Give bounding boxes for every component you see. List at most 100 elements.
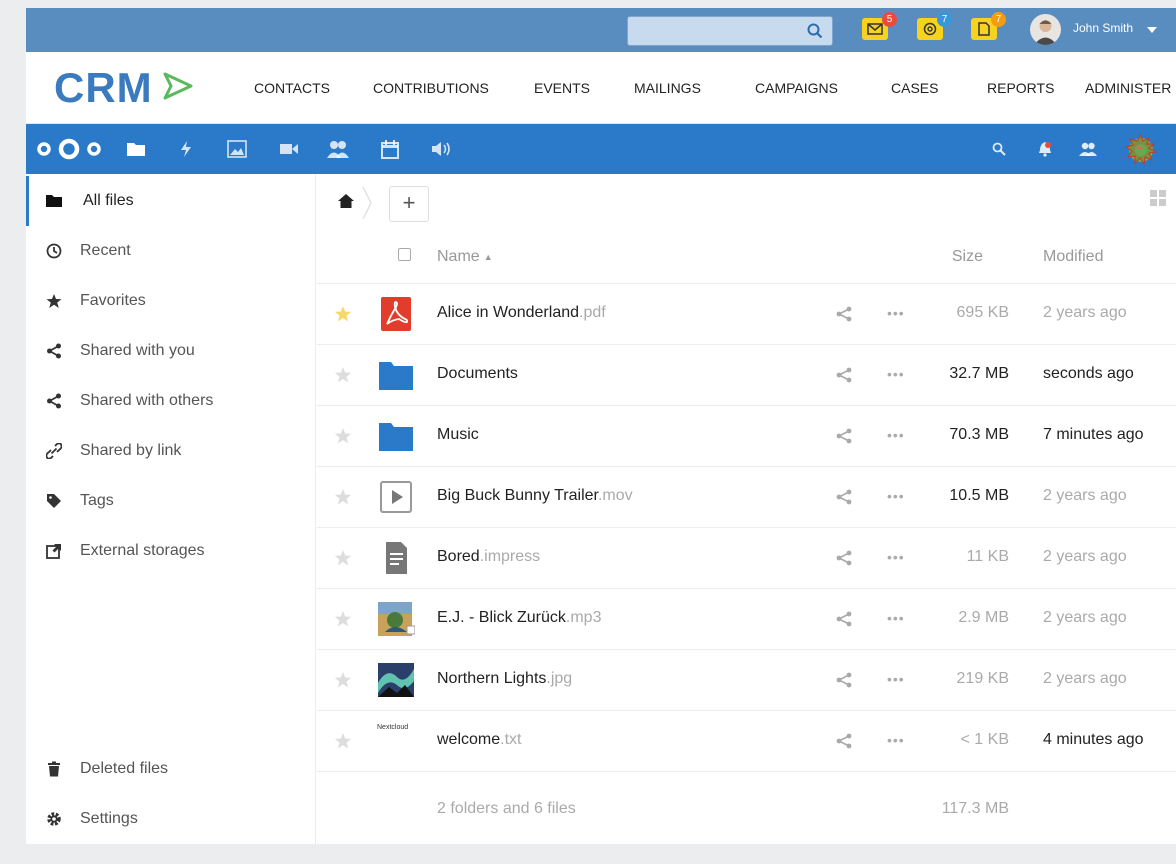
crm-logo-text: CRM: [54, 64, 153, 111]
file-modified: 2 years ago: [1043, 487, 1127, 504]
share-icon[interactable]: [835, 366, 853, 384]
nav-campaigns[interactable]: CAMPAIGNS: [755, 80, 838, 96]
sidebar-item-label: Settings: [80, 810, 138, 827]
more-actions-icon[interactable]: •••: [887, 305, 905, 321]
file-name[interactable]: Documents: [437, 365, 518, 383]
select-all-checkbox[interactable]: [398, 248, 411, 261]
table-row[interactable]: Documents ••• 32.7 MB seconds ago: [317, 345, 1176, 406]
table-row[interactable]: Big Buck Bunny Trailer.mov ••• 10.5 MB 2…: [317, 467, 1176, 528]
share-icon[interactable]: [835, 732, 853, 750]
sidebar-item-external-storages[interactable]: External storages: [26, 526, 316, 576]
sidebar-item-tags[interactable]: Tags: [26, 476, 316, 526]
star-icon[interactable]: [334, 732, 352, 750]
sidebar-item-shared-by-link[interactable]: Shared by link: [26, 426, 316, 476]
nav-contacts[interactable]: CONTACTS: [254, 80, 330, 96]
gallery-app-icon[interactable]: [227, 140, 247, 158]
sidebar-item-settings[interactable]: Settings: [26, 794, 316, 844]
table-row[interactable]: Northern Lights.jpg ••• 219 KB 2 years a…: [317, 650, 1176, 711]
nav-events[interactable]: EVENTS: [534, 80, 590, 96]
video-app-icon[interactable]: [279, 142, 299, 156]
contacts-menu-icon[interactable]: [1079, 141, 1097, 157]
star-icon[interactable]: [334, 549, 352, 567]
file-extension: .txt: [500, 731, 522, 748]
more-actions-icon[interactable]: •••: [887, 488, 905, 504]
sidebar-item-label: Favorites: [80, 292, 146, 309]
search-icon[interactable]: [992, 142, 1006, 156]
column-name[interactable]: Name ▲: [437, 248, 493, 266]
table-row[interactable]: Nextcloud welcome.txt ••• < 1 KB 4 minut…: [317, 711, 1176, 772]
file-name[interactable]: welcome.txt: [437, 731, 521, 749]
file-modified: 2 years ago: [1043, 548, 1127, 565]
audio-app-icon[interactable]: [431, 140, 453, 158]
share-icon[interactable]: [835, 549, 853, 567]
mail-notification[interactable]: 5: [862, 12, 897, 40]
file-name-base: Big Buck Bunny Trailer: [437, 487, 598, 504]
share-icon[interactable]: [835, 488, 853, 506]
favorite-star-icon[interactable]: [334, 305, 352, 323]
sidebar-item-deleted-files[interactable]: Deleted files: [26, 744, 316, 794]
column-size[interactable]: Size: [952, 248, 983, 266]
sidebar-item-shared-with-you[interactable]: Shared with you: [26, 326, 316, 376]
document-notification[interactable]: 7: [971, 12, 1006, 40]
more-actions-icon[interactable]: •••: [887, 732, 905, 748]
column-modified[interactable]: Modified: [1043, 248, 1103, 266]
mention-notification[interactable]: 7: [917, 12, 952, 40]
share-icon[interactable]: [835, 610, 853, 628]
folder-icon: [379, 362, 413, 390]
table-row[interactable]: E.J. - Blick Zurück.mp3 ••• 2.9 MB 2 yea…: [317, 589, 1176, 650]
star-icon[interactable]: [334, 671, 352, 689]
file-name[interactable]: E.J. - Blick Zurück.mp3: [437, 609, 601, 627]
more-actions-icon[interactable]: •••: [887, 366, 905, 382]
file-name[interactable]: Bored.impress: [437, 548, 540, 566]
file-name-base: Music: [437, 426, 479, 443]
nav-contributions[interactable]: CONTRIBUTIONS: [373, 80, 489, 96]
search-icon[interactable]: [806, 22, 824, 40]
crm-logo[interactable]: CRM: [54, 64, 193, 112]
share-icon[interactable]: [835, 305, 853, 323]
file-name[interactable]: Alice in Wonderland.pdf: [437, 304, 606, 322]
activity-app-icon[interactable]: [179, 140, 193, 158]
more-actions-icon[interactable]: •••: [887, 610, 905, 626]
sidebar-item-favorites[interactable]: Favorites: [26, 276, 316, 326]
nextcloud-logo-icon[interactable]: [36, 137, 102, 161]
star-icon[interactable]: [334, 610, 352, 628]
file-name-base: Northern Lights: [437, 670, 547, 687]
table-row[interactable]: Music ••• 70.3 MB 7 minutes ago: [317, 406, 1176, 467]
sidebar-item-recent[interactable]: Recent: [26, 226, 316, 276]
share-icon[interactable]: [835, 671, 853, 689]
grid-view-icon[interactable]: [1150, 190, 1166, 206]
nav-cases[interactable]: CASES: [891, 80, 938, 96]
calendar-app-icon[interactable]: [381, 139, 399, 159]
more-actions-icon[interactable]: •••: [887, 427, 905, 443]
sidebar-item-all-files[interactable]: All files: [26, 176, 316, 226]
home-icon[interactable]: [337, 193, 355, 209]
more-actions-icon[interactable]: •••: [887, 549, 905, 565]
nav-administer[interactable]: ADMINISTER: [1085, 80, 1171, 96]
sidebar-item-shared-with-others[interactable]: Shared with others: [26, 376, 316, 426]
new-file-button[interactable]: +: [389, 186, 429, 222]
more-actions-icon[interactable]: •••: [887, 671, 905, 687]
nav-mailings[interactable]: MAILINGS: [634, 80, 701, 96]
user-name[interactable]: John Smith: [1073, 21, 1133, 35]
star-icon[interactable]: [334, 366, 352, 384]
file-name[interactable]: Big Buck Bunny Trailer.mov: [437, 487, 633, 505]
nav-reports[interactable]: REPORTS: [987, 80, 1054, 96]
file-modified: 2 years ago: [1043, 304, 1127, 321]
search-input[interactable]: [627, 16, 833, 46]
user-menu-caret-icon[interactable]: [1147, 27, 1157, 33]
files-app-icon[interactable]: [126, 141, 146, 157]
notifications-icon[interactable]: [1038, 141, 1052, 157]
app-frame: 5 7 7 John Smith CRM CONTACTS CONTRIBUTI…: [26, 8, 1176, 844]
user-avatar[interactable]: [1124, 133, 1158, 167]
table-row[interactable]: Bored.impress ••• 11 KB 2 years ago: [317, 528, 1176, 589]
contacts-app-icon[interactable]: [327, 139, 349, 159]
star-icon[interactable]: [334, 488, 352, 506]
sidebar-item-label: Shared with you: [80, 342, 195, 359]
share-icon[interactable]: [835, 427, 853, 445]
file-modified: 7 minutes ago: [1043, 426, 1144, 443]
star-icon[interactable]: [334, 427, 352, 445]
user-avatar[interactable]: [1030, 14, 1061, 45]
table-row[interactable]: Alice in Wonderland.pdf ••• 695 KB 2 yea…: [317, 284, 1176, 345]
file-name[interactable]: Music: [437, 426, 479, 444]
file-name[interactable]: Northern Lights.jpg: [437, 670, 572, 688]
